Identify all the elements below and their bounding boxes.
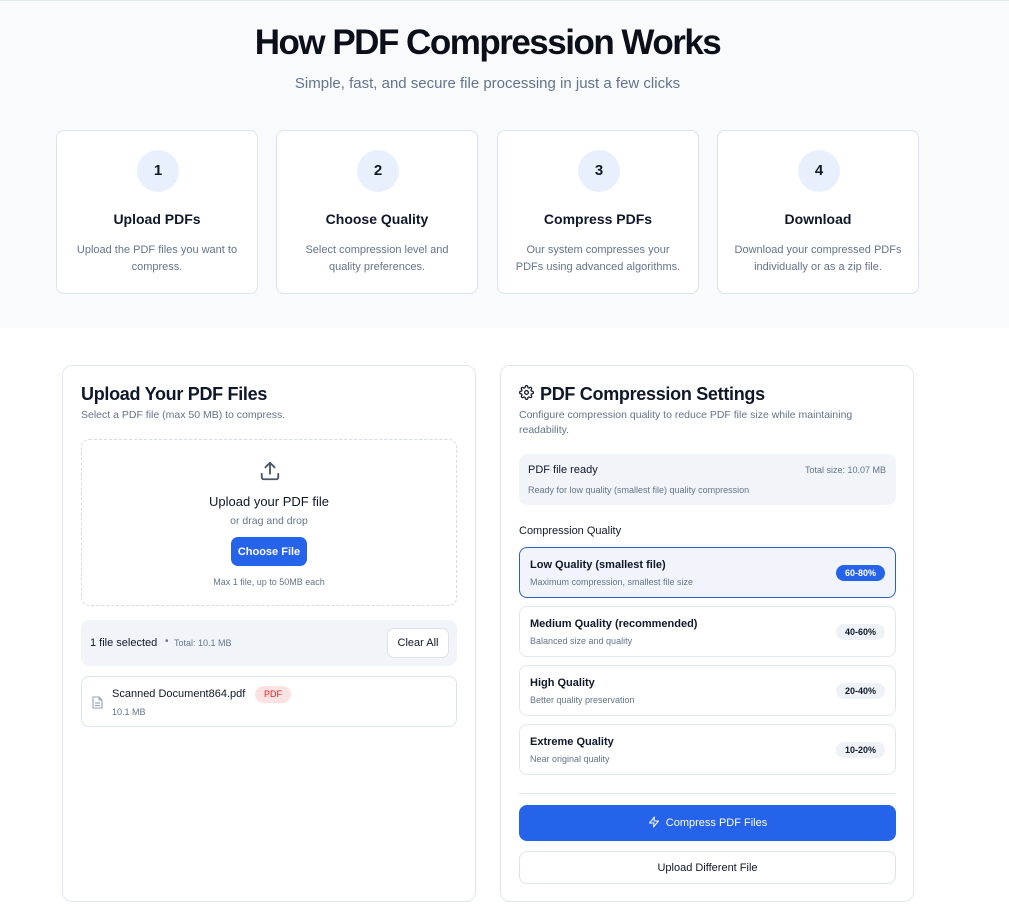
quality-option-high[interactable]: High Quality Better quality preservation… xyxy=(519,665,896,716)
file-icon xyxy=(92,696,103,709)
option-reduction-badge: 20-40% xyxy=(835,683,885,699)
upload-icon xyxy=(259,460,281,482)
step-title: Upload PDFs xyxy=(113,211,201,227)
step-card-quality: 2 Choose Quality Select compression leve… xyxy=(276,130,478,294)
choose-file-button[interactable]: Choose File xyxy=(231,537,307,566)
step-number: 4 xyxy=(798,150,840,192)
selection-summary: 1 file selected • Total: 10.1 MB Clear A… xyxy=(81,620,457,666)
settings-card-subtitle: Configure compression quality to reduce … xyxy=(519,409,853,436)
step-card-upload: 1 Upload PDFs Upload the PDF files you w… xyxy=(56,130,258,294)
option-reduction-badge: 10-20% xyxy=(835,742,885,758)
option-title: High Quality xyxy=(530,677,595,689)
upload-card-subtitle: Select a PDF file (max 50 MB) to compres… xyxy=(81,409,286,421)
separator-dot: • xyxy=(165,636,169,647)
upload-different-file-button[interactable]: Upload Different File xyxy=(519,851,896,884)
ready-title: PDF file ready xyxy=(528,464,598,476)
option-description: Near original quality xyxy=(530,754,610,764)
steps-list: 1 Upload PDFs Upload the PDF files you w… xyxy=(56,130,920,294)
step-description: Our system compresses your PDFs using ad… xyxy=(515,244,681,273)
option-title: Medium Quality (recommended) xyxy=(530,618,698,630)
dropzone-hint: or drag and drop xyxy=(230,515,308,527)
selected-count: 1 file selected xyxy=(90,637,158,649)
option-reduction-badge: 60-80% xyxy=(835,565,885,581)
option-description: Maximum compression, smallest file size xyxy=(530,577,694,587)
file-name: Scanned Document864.pdf xyxy=(112,688,246,700)
option-description: Balanced size and quality xyxy=(530,636,633,646)
step-card-download: 4 Download Download your compressed PDFs… xyxy=(717,130,919,294)
page-title: How PDF Compression Works xyxy=(254,23,722,62)
selected-total-size: Total: 10.1 MB xyxy=(174,638,232,648)
upload-card-title: Upload Your PDF Files xyxy=(81,384,267,405)
compress-button-label: Compress PDF Files xyxy=(665,817,768,829)
file-ready-status: PDF file ready Total size: 10.07 MB Read… xyxy=(519,454,896,505)
settings-card-title-text: PDF Compression Settings xyxy=(540,384,765,404)
file-dropzone[interactable]: Upload your PDF file or drag and drop Ch… xyxy=(81,439,457,606)
step-title: Compress PDFs xyxy=(543,211,653,227)
option-reduction-badge: 40-60% xyxy=(835,624,885,640)
step-description: Select compression level and quality pre… xyxy=(305,244,449,273)
ready-description: Ready for low quality (smallest file) qu… xyxy=(528,485,750,495)
compress-pdf-button[interactable]: Compress PDF Files xyxy=(519,805,896,841)
page-subtitle: Simple, fast, and secure file processing… xyxy=(294,75,681,92)
quality-option-extreme[interactable]: Extreme Quality Near original quality 10… xyxy=(519,724,896,775)
dropzone-title: Upload your PDF file xyxy=(209,494,329,509)
file-size: 10.1 MB xyxy=(112,707,146,717)
step-description: Upload the PDF files you want to compres… xyxy=(76,244,238,273)
step-title: Download xyxy=(784,211,852,227)
quality-option-low[interactable]: Low Quality (smallest file) Maximum comp… xyxy=(519,547,896,598)
step-title: Choose Quality xyxy=(325,211,429,227)
step-number: 3 xyxy=(578,150,620,192)
step-number: 2 xyxy=(357,150,399,192)
ready-total-size: Total size: 10.07 MB xyxy=(804,465,886,475)
zap-icon xyxy=(648,816,660,831)
clear-all-button[interactable]: Clear All xyxy=(387,628,449,658)
step-number: 1 xyxy=(137,150,179,192)
dropzone-limit-note: Max 1 file, up to 50MB each xyxy=(213,577,325,587)
option-title: Low Quality (smallest file) xyxy=(530,559,666,571)
option-title: Extreme Quality xyxy=(530,736,614,748)
quality-option-medium[interactable]: Medium Quality (recommended) Balanced si… xyxy=(519,606,896,657)
divider xyxy=(519,793,896,794)
settings-card: PDF Compression Settings Configure compr… xyxy=(500,365,914,902)
compression-quality-label: Compression Quality xyxy=(519,525,622,537)
file-list-item: Scanned Document864.pdf PDF 10.1 MB xyxy=(81,676,457,727)
step-card-compress: 3 Compress PDFs Our system compresses yo… xyxy=(497,130,699,294)
option-description: Better quality preservation xyxy=(530,695,635,705)
step-description: Download your compressed PDFs individual… xyxy=(734,244,902,273)
upload-card: Upload Your PDF Files Select a PDF file … xyxy=(62,365,476,902)
gear-icon xyxy=(519,384,534,405)
how-it-works-section: How PDF Compression Works Simple, fast, … xyxy=(0,0,1009,328)
settings-card-title: PDF Compression Settings xyxy=(519,384,765,405)
file-type-badge: PDF xyxy=(255,686,291,703)
upload-card-title-text: Upload Your PDF Files xyxy=(81,384,268,404)
